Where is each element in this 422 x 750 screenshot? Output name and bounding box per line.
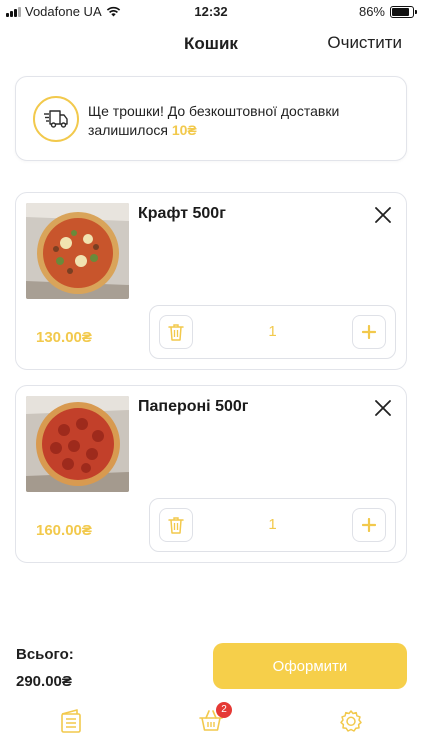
free-delivery-text: Ще трошки! До безкоштовної доставки зали… xyxy=(88,103,340,138)
tab-bar: 2 xyxy=(0,700,422,745)
pizza-image xyxy=(26,203,129,299)
close-icon xyxy=(375,207,391,223)
total-label: Всього: xyxy=(16,646,74,663)
nav-header: Кошик Очистити xyxy=(0,28,422,60)
item-price: 160.00₴ xyxy=(36,522,92,539)
plus-icon xyxy=(362,325,376,339)
status-right: 86% xyxy=(358,4,417,19)
delivery-truck-icon xyxy=(33,96,79,142)
tab-menu[interactable] xyxy=(56,706,86,736)
increase-quantity-button[interactable] xyxy=(352,508,386,542)
clear-cart-button[interactable]: Очистити xyxy=(327,33,402,53)
remove-item-button[interactable] xyxy=(374,206,392,224)
total-value: 290.00₴ xyxy=(16,673,72,690)
item-name: Крафт 500г xyxy=(138,205,226,222)
battery-percentage: 86% xyxy=(358,4,385,19)
cart-item: Папероні 500г 160.00₴ 1 xyxy=(15,385,407,563)
item-price: 130.00₴ xyxy=(36,329,92,346)
settings-gear-icon xyxy=(340,710,362,732)
pizza-image xyxy=(26,396,129,492)
free-delivery-banner: Ще трошки! До безкоштовної доставки зали… xyxy=(15,76,407,161)
battery-icon xyxy=(390,5,417,18)
checkout-button[interactable]: Оформити xyxy=(213,643,407,689)
quantity-stepper: 1 xyxy=(149,498,396,552)
item-name: Папероні 500г xyxy=(138,398,249,415)
cart-item: Крафт 500г 130.00₴ 1 xyxy=(15,192,407,370)
tab-settings[interactable] xyxy=(336,706,366,736)
free-delivery-message: Ще трошки! До безкоштовної доставки зали… xyxy=(88,102,393,140)
remove-item-button[interactable] xyxy=(374,399,392,417)
remaining-amount: 10₴ xyxy=(171,122,197,138)
cart-count-badge: 2 xyxy=(216,702,232,718)
quantity-stepper: 1 xyxy=(149,305,396,359)
tab-cart[interactable]: 2 xyxy=(196,702,232,736)
status-bar: Vodafone UA 12:32 86% xyxy=(0,0,422,24)
increase-quantity-button[interactable] xyxy=(352,315,386,349)
close-icon xyxy=(375,400,391,416)
plus-icon xyxy=(362,518,376,532)
menu-list-icon xyxy=(61,709,81,733)
